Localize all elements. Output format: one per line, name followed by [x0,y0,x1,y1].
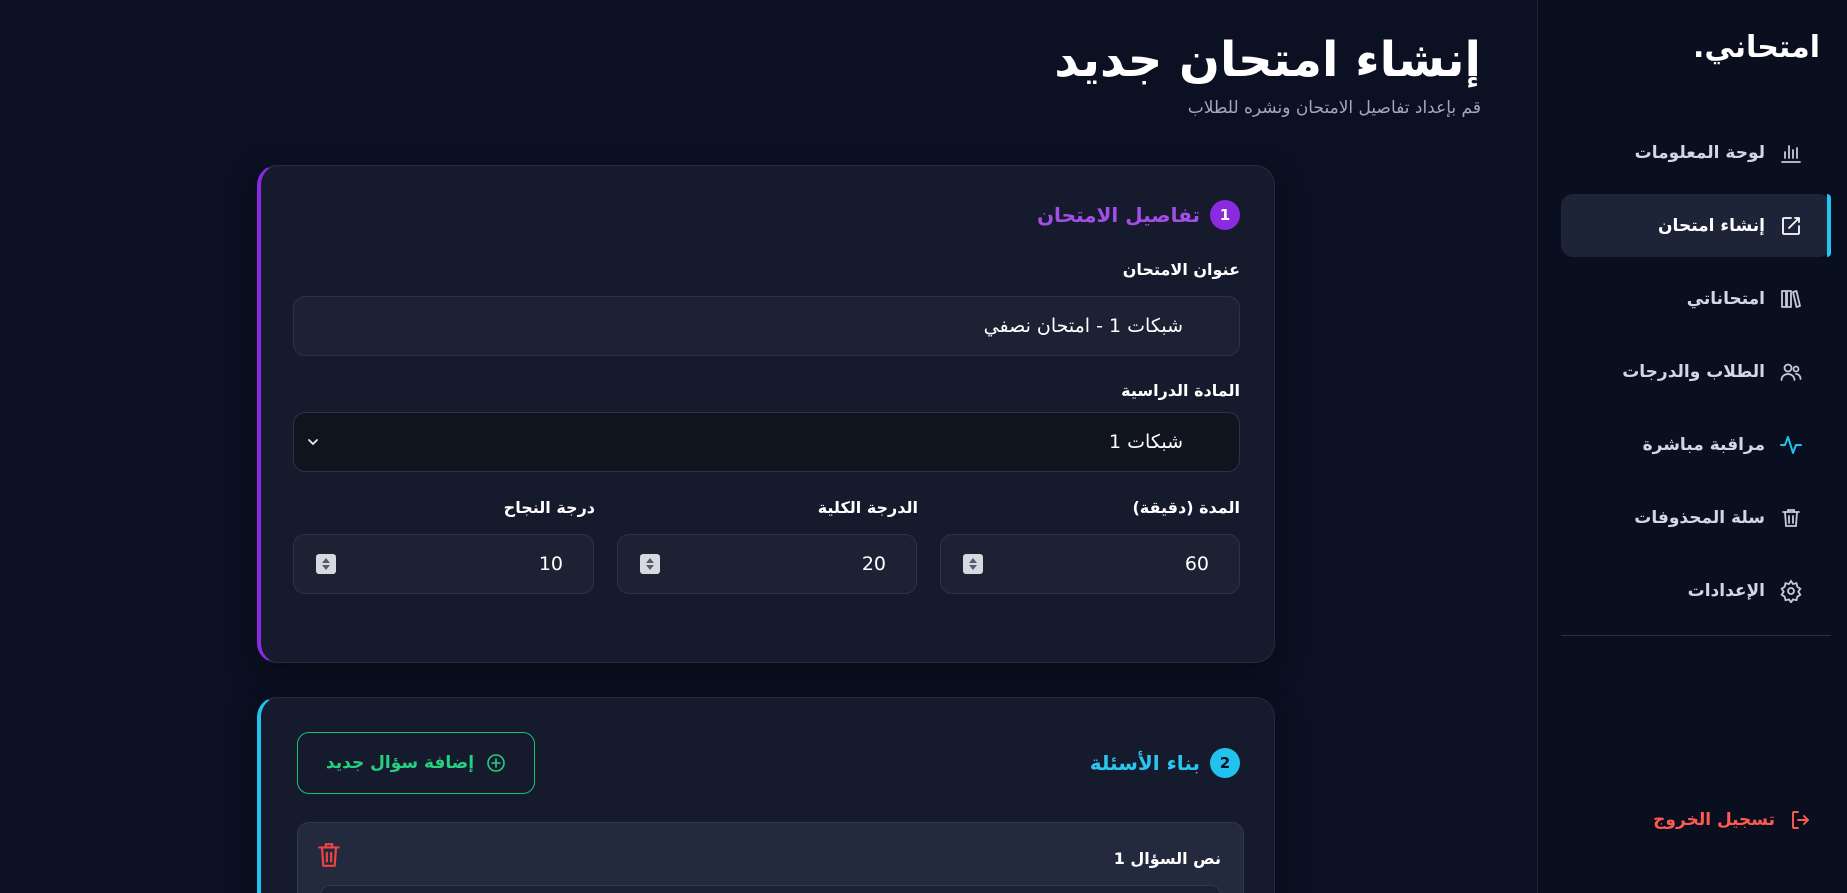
logout-button[interactable]: تسجيل الخروج [1653,808,1813,832]
sidebar-item-students[interactable]: الطلاب والدرجات [1561,340,1831,403]
sidebar-divider [1561,635,1831,636]
sidebar-item-label: الطلاب والدرجات [1622,361,1765,382]
subject-value: شبكات 1 [1109,431,1183,453]
logout-label: تسجيل الخروج [1653,810,1775,830]
exam-title-value: شبكات 1 - امتحان نصفي [983,315,1183,337]
page-subtitle: قم بإعداد تفاصيل الامتحان ونشره للطلاب [1187,98,1481,118]
pass-grade-stepper[interactable] [316,554,336,574]
duration-label: المدة (دقيقة) [1132,498,1240,517]
question-builder-heading: 2 بناء الأسئلة [1090,748,1240,778]
bar-chart-icon [1779,141,1803,165]
duration-input[interactable]: 60 [940,534,1240,594]
sidebar-item-label: الإعدادات [1687,580,1765,601]
pass-grade-input[interactable]: 10 [293,534,594,594]
add-question-label: إضافة سؤال جديد [325,753,475,773]
pass-grade-label: درجة النجاح [503,498,595,517]
sidebar-item-dashboard[interactable]: لوحة المعلومات [1561,121,1831,184]
sidebar-item-label: إنشاء امتحان [1658,215,1765,236]
section-title: تفاصيل الامتحان [1036,203,1200,227]
delete-question-icon[interactable] [316,841,342,869]
question-text-label: نص السؤال 1 [1113,849,1221,868]
sidebar-item-label: سلة المحذوفات [1634,507,1765,528]
library-icon [1779,287,1803,311]
exam-title-label: عنوان الامتحان [1122,260,1240,279]
sidebar-nav: لوحة المعلومات إنشاء امتحان امتحاناتي ال… [1561,121,1831,632]
users-icon [1779,360,1803,384]
question-text-input[interactable] [320,885,1221,893]
sidebar-item-settings[interactable]: الإعدادات [1561,559,1831,622]
chevron-down-icon [308,439,318,446]
plus-circle-icon [487,754,505,772]
trash-icon [1779,506,1803,530]
sidebar: امتحاني. لوحة المعلومات إنشاء امتحان امت… [1537,0,1847,893]
activity-icon [1779,433,1803,457]
sidebar-item-live-monitor[interactable]: مراقبة مباشرة [1561,413,1831,476]
exam-title-input[interactable]: شبكات 1 - امتحان نصفي [293,296,1240,356]
sidebar-item-label: مراقبة مباشرة [1642,434,1765,455]
exam-details-card: 1 تفاصيل الامتحان عنوان الامتحان شبكات 1… [257,165,1275,663]
total-grade-value: 20 [861,553,886,575]
section-title: بناء الأسئلة [1089,751,1200,775]
logo: امتحاني. [1692,30,1820,65]
sidebar-item-label: امتحاناتي [1686,288,1765,309]
question-builder-card: 2 بناء الأسئلة إضافة سؤال جديد نص السؤال… [257,697,1275,893]
step-badge: 1 [1210,200,1240,230]
total-grade-stepper[interactable] [640,554,660,574]
edit-icon [1779,214,1803,238]
exam-details-heading: 1 تفاصيل الامتحان [1037,200,1240,230]
app: امتحاني. لوحة المعلومات إنشاء امتحان امت… [0,0,1847,893]
subject-label: المادة الدراسية [1121,381,1240,400]
duration-stepper[interactable] [963,554,983,574]
logout-icon [1789,808,1813,832]
question-item: نص السؤال 1 [297,822,1244,893]
total-grade-label: الدرجة الكلية [817,498,918,517]
total-grade-input[interactable]: 20 [617,534,917,594]
subject-select[interactable]: شبكات 1 [293,412,1240,472]
sidebar-item-create-exam[interactable]: إنشاء امتحان [1561,194,1831,257]
pass-grade-value: 10 [538,553,563,575]
sidebar-item-label: لوحة المعلومات [1634,142,1765,163]
sidebar-item-trash[interactable]: سلة المحذوفات [1561,486,1831,549]
gear-icon [1779,578,1803,603]
step-badge: 2 [1210,748,1240,778]
add-question-button[interactable]: إضافة سؤال جديد [297,732,535,794]
duration-value: 60 [1184,553,1209,575]
sidebar-item-my-exams[interactable]: امتحاناتي [1561,267,1831,330]
page-title: إنشاء امتحان جديد [1054,32,1481,88]
